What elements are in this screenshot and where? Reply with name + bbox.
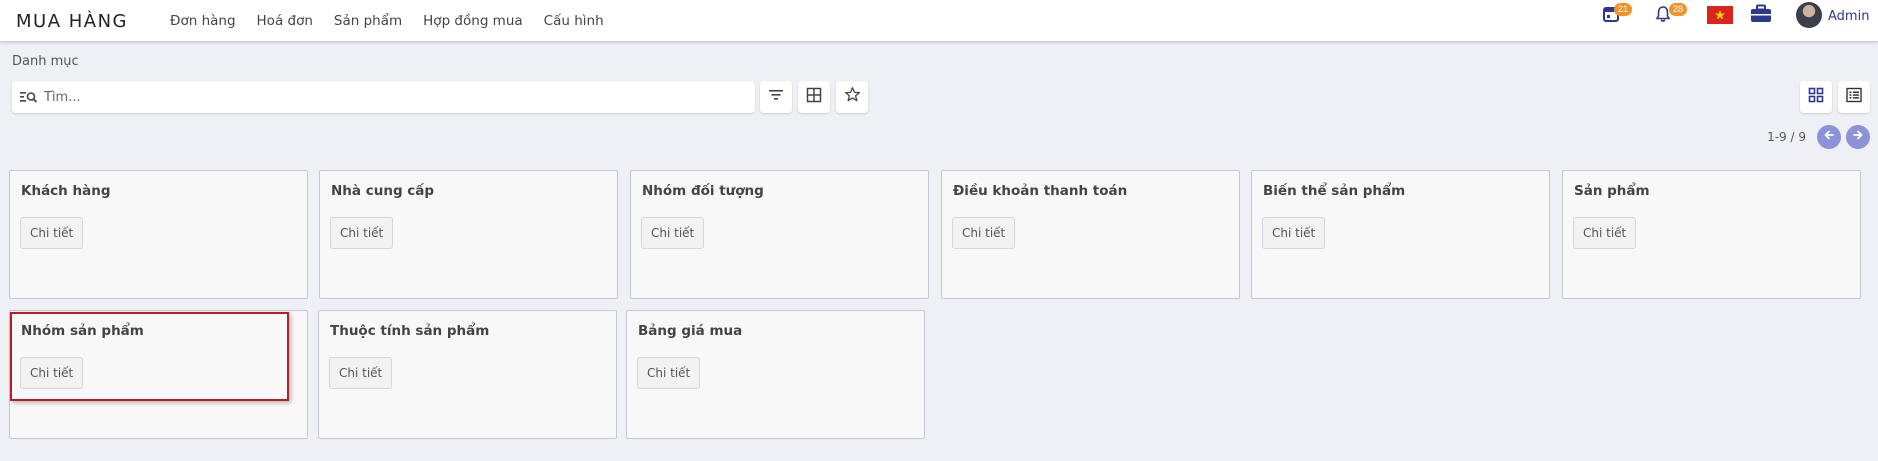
list-view-button[interactable] — [1838, 81, 1870, 113]
notification-button[interactable]: 28 — [1652, 0, 1688, 30]
user-menu[interactable]: Admin — [1796, 0, 1878, 30]
briefcase-icon — [1750, 4, 1772, 29]
menu-item-products[interactable]: Sản phẩm — [334, 13, 402, 29]
details-button[interactable]: Chi tiết — [1262, 217, 1326, 249]
arrow-right-icon — [1852, 128, 1864, 146]
main-menu: Đơn hàng Hoá đơn Sản phẩm Hợp đồng mua C… — [170, 13, 625, 29]
details-button[interactable]: Chi tiết — [329, 357, 393, 389]
app-title[interactable]: MUA HÀNG — [16, 11, 128, 32]
favorites-button[interactable] — [836, 81, 868, 113]
language-switcher[interactable] — [1707, 0, 1735, 30]
menu-item-contracts[interactable]: Hợp đồng mua — [423, 13, 523, 29]
card-title: Thuộc tính sản phẩm — [330, 323, 490, 339]
next-page-button[interactable] — [1846, 125, 1870, 149]
card-product-categories[interactable]: Nhóm sản phẩm Chi tiết — [9, 310, 308, 439]
avatar — [1796, 2, 1822, 28]
details-button[interactable]: Chi tiết — [637, 357, 701, 389]
group-by-button[interactable] — [798, 81, 830, 113]
card-title: Bảng giá mua — [638, 323, 743, 339]
card-title: Sản phẩm — [1574, 183, 1650, 199]
search-input[interactable] — [44, 87, 734, 107]
list-view-icon — [1846, 87, 1862, 108]
card-title: Biến thể sản phẩm — [1263, 183, 1406, 199]
card-partner-groups[interactable]: Nhóm đối tượng Chi tiết — [630, 170, 929, 299]
card-purchase-pricelists[interactable]: Bảng giá mua Chi tiết — [626, 310, 925, 439]
card-title: Nhóm đối tượng — [642, 183, 764, 199]
filter-icon — [768, 88, 784, 107]
vietnam-flag-icon — [1707, 6, 1733, 24]
details-button[interactable]: Chi tiết — [330, 217, 394, 249]
menu-item-orders[interactable]: Đơn hàng — [170, 13, 236, 29]
details-button[interactable]: Chi tiết — [1573, 217, 1637, 249]
search-filter-icon — [19, 89, 39, 110]
kanban-view-button[interactable] — [1800, 81, 1832, 113]
details-button[interactable]: Chi tiết — [20, 357, 84, 389]
calendar-badge: 21 — [1614, 3, 1632, 16]
star-icon — [844, 86, 861, 108]
top-navbar: MUA HÀNG Đơn hàng Hoá đơn Sản phẩm Hợp đ… — [0, 0, 1878, 42]
pager-range[interactable]: 1-9 / 9 — [1767, 130, 1806, 144]
card-title: Nhà cung cấp — [331, 183, 435, 199]
card-title: Nhóm sản phẩm — [21, 323, 144, 339]
menu-item-settings[interactable]: Cấu hình — [544, 13, 604, 29]
grid-table-icon — [806, 87, 822, 108]
details-button[interactable]: Chi tiết — [641, 217, 705, 249]
search-bar — [12, 81, 755, 113]
menu-item-invoices[interactable]: Hoá đơn — [257, 13, 313, 29]
card-suppliers[interactable]: Nhà cung cấp Chi tiết — [319, 170, 618, 299]
user-name: Admin — [1828, 9, 1870, 24]
previous-page-button[interactable] — [1817, 125, 1841, 149]
card-product-attributes[interactable]: Thuộc tính sản phẩm Chi tiết — [318, 310, 617, 439]
card-products[interactable]: Sản phẩm Chi tiết — [1562, 170, 1861, 299]
kanban-view-icon — [1808, 87, 1824, 108]
card-product-variants[interactable]: Biến thể sản phẩm Chi tiết — [1251, 170, 1550, 299]
details-button[interactable]: Chi tiết — [20, 217, 84, 249]
company-switcher[interactable] — [1750, 0, 1774, 30]
breadcrumb: Danh mục — [12, 54, 79, 69]
details-button[interactable]: Chi tiết — [952, 217, 1016, 249]
card-title: Điều khoản thanh toán — [953, 183, 1128, 199]
card-payment-terms[interactable]: Điều khoản thanh toán Chi tiết — [941, 170, 1240, 299]
notification-badge: 28 — [1669, 3, 1687, 16]
calendar-button[interactable]: 21 — [1600, 0, 1636, 30]
card-customers[interactable]: Khách hàng Chi tiết — [9, 170, 308, 299]
arrow-left-icon — [1823, 128, 1835, 146]
filter-button[interactable] — [760, 81, 792, 113]
card-title: Khách hàng — [21, 183, 111, 199]
